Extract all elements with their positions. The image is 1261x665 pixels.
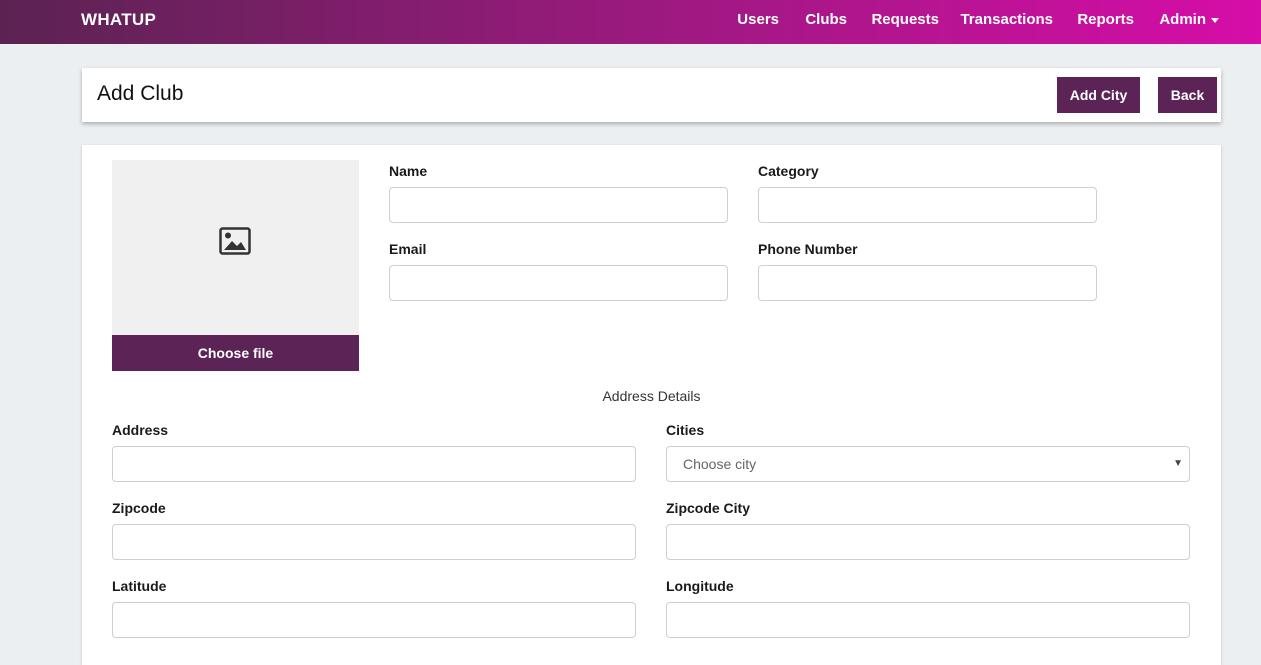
category-label: Category <box>758 163 819 179</box>
chevron-down-icon: ▼ <box>1173 458 1183 469</box>
zipcode-city-label: Zipcode City <box>666 500 751 516</box>
nav-admin-dropdown[interactable]: Admin <box>1159 11 1219 28</box>
brand-logo[interactable]: WHATUP <box>81 10 156 30</box>
cities-select[interactable]: Choose city ▼ <box>666 446 1190 482</box>
page-header-card: Add Club Add City Back <box>82 68 1221 122</box>
zipcode-input[interactable] <box>112 524 636 560</box>
address-label: Address <box>112 422 169 438</box>
name-label: Name <box>389 163 428 179</box>
nav-clubs[interactable]: Clubs <box>805 11 847 28</box>
zipcode-city-input[interactable] <box>666 524 1190 560</box>
phone-number-label: Phone Number <box>758 241 858 257</box>
nav-reports[interactable]: Reports <box>1077 11 1134 28</box>
nav-requests[interactable]: Requests <box>871 11 939 28</box>
name-input[interactable] <box>389 187 728 223</box>
nav-admin-label: Admin <box>1159 11 1206 28</box>
address-details-heading: Address Details <box>602 388 701 404</box>
back-button[interactable]: Back <box>1158 77 1217 113</box>
top-navbar: WHATUP Users Clubs Requests Transactions… <box>0 0 1261 44</box>
image-icon <box>219 227 251 255</box>
email-input[interactable] <box>389 265 728 301</box>
cities-select-value: Choose city <box>683 456 757 472</box>
zipcode-label: Zipcode <box>112 500 166 516</box>
image-upload-preview[interactable]: Choose file <box>112 160 359 371</box>
add-city-button[interactable]: Add City <box>1057 77 1140 113</box>
latitude-label: Latitude <box>112 578 167 594</box>
phone-number-input[interactable] <box>758 265 1097 301</box>
caret-down-icon <box>1211 17 1219 23</box>
page-title: Add Club <box>97 82 184 105</box>
category-input[interactable] <box>758 187 1097 223</box>
choose-file-button[interactable]: Choose file <box>112 335 359 371</box>
address-input[interactable] <box>112 446 636 482</box>
latitude-input[interactable] <box>112 602 636 638</box>
cities-label: Cities <box>666 422 705 438</box>
longitude-input[interactable] <box>666 602 1190 638</box>
longitude-label: Longitude <box>666 578 734 594</box>
email-label: Email <box>389 241 427 257</box>
nav-users[interactable]: Users <box>737 11 779 28</box>
nav-transactions[interactable]: Transactions <box>960 11 1053 28</box>
add-club-form: Choose file Name Category Email Phone Nu… <box>82 145 1221 665</box>
